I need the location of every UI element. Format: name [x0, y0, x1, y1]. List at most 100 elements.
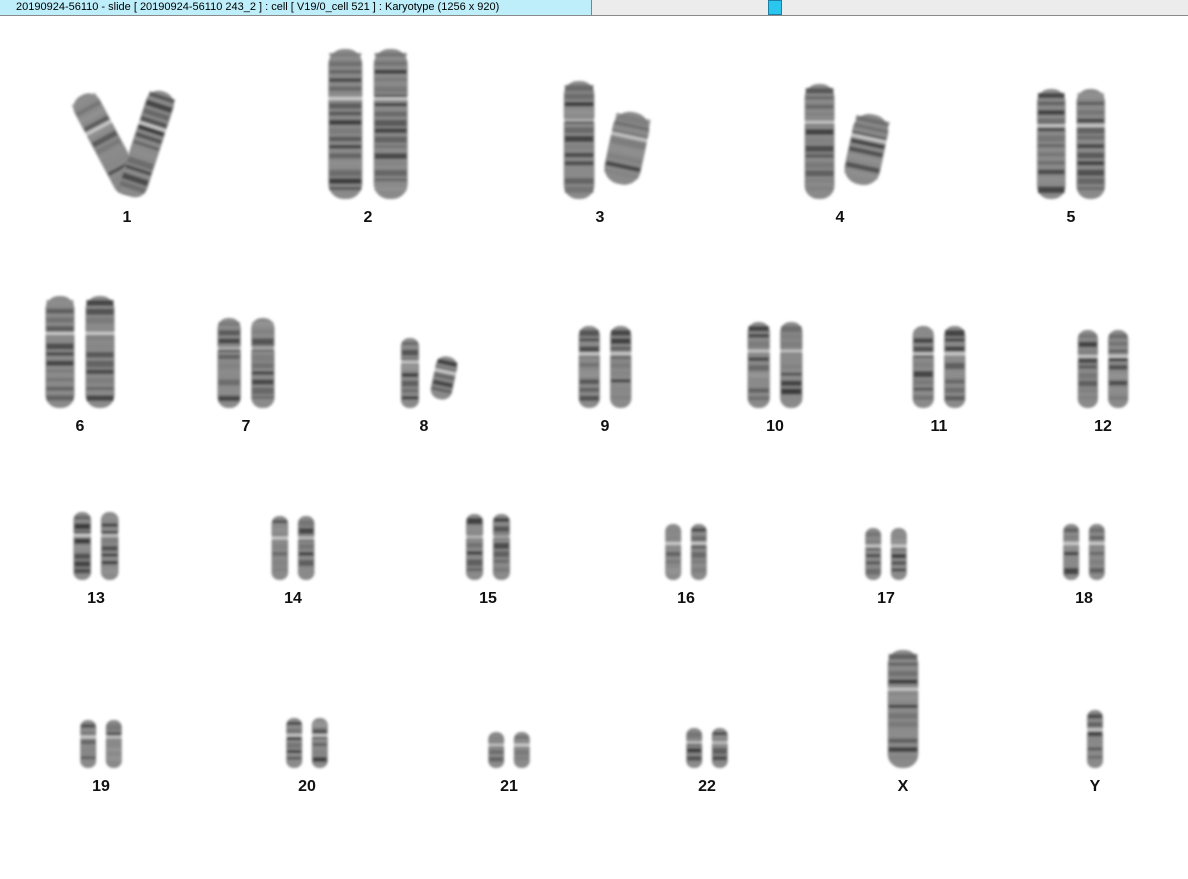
chromosome-pair-22[interactable]	[685, 728, 729, 768]
chromatid-band	[805, 145, 834, 152]
chromatid	[1062, 524, 1081, 580]
chromosome-pair-11[interactable]	[911, 326, 967, 408]
chromosome-label: 17	[877, 590, 895, 607]
karyotype-canvas: 1 2 3 4 5 6 7 8 9 10 11 12 13 14 15 16 17 18 19 20 21 22 X Y	[0, 17, 1188, 879]
chromatid	[604, 111, 651, 185]
chromatid	[119, 90, 176, 198]
chromatid-band	[46, 386, 74, 391]
chromosome-pair-5[interactable]	[1035, 89, 1107, 199]
chromosome-pair-10[interactable]	[746, 322, 804, 408]
chromatid-band	[748, 357, 769, 362]
chromatid-band	[86, 343, 114, 351]
chromatid-band	[1064, 528, 1079, 533]
chromosome-pair-Y[interactable]	[1086, 710, 1104, 768]
chromatid-band	[1109, 365, 1128, 370]
chromatid-band	[466, 542, 483, 548]
centromere	[372, 97, 409, 100]
chromatid-band	[1078, 334, 1097, 339]
chromatid-band	[466, 567, 483, 572]
chromatid-band	[1109, 372, 1128, 380]
chromosome-pair-19[interactable]	[79, 720, 123, 768]
chromosome-pair-3[interactable]	[562, 81, 654, 199]
chromatid-band	[564, 135, 594, 142]
chromosome-pair-9[interactable]	[577, 326, 633, 408]
chromatid-band	[687, 732, 702, 738]
scroll-knob[interactable]	[768, 0, 782, 15]
chromatid	[79, 720, 98, 768]
chromatid-band	[564, 152, 594, 158]
karyotype-image	[44, 49, 1130, 768]
centromere	[216, 346, 242, 350]
centromere	[911, 352, 935, 356]
chromosome-pair-2[interactable]	[327, 49, 409, 199]
chromatid	[44, 296, 76, 408]
chromatid-band	[1109, 341, 1128, 346]
chromatid-band	[748, 396, 769, 401]
chromatid-band	[945, 346, 965, 352]
chromatid-band	[329, 61, 362, 67]
centromere	[79, 735, 98, 739]
chromatid-band	[1077, 118, 1105, 123]
chromosome-pair-20[interactable]	[285, 718, 329, 768]
chromatid-band	[579, 395, 599, 401]
chromatid-band	[374, 69, 407, 74]
centromere	[1087, 541, 1106, 545]
chromatid-band	[1078, 349, 1097, 356]
chromatid-band	[666, 560, 681, 564]
chromatid-band	[945, 362, 965, 370]
chromatid-band	[1037, 135, 1065, 142]
centromere	[491, 535, 512, 539]
chromatid-band	[252, 354, 274, 362]
chromatid-band	[748, 333, 769, 338]
chromatid-band	[781, 365, 802, 369]
chromatid-band	[466, 551, 483, 555]
chromatid-band	[374, 169, 407, 177]
chromatid-band	[272, 520, 288, 524]
chromatid-band	[374, 119, 407, 127]
chromatid	[1107, 330, 1130, 408]
chromosome-label: 18	[1075, 590, 1093, 607]
chromosome-label: X	[897, 778, 909, 795]
chromosome-pair-13[interactable]	[72, 512, 120, 580]
chromatid-band	[1088, 714, 1102, 719]
chromosome-pair-X[interactable]	[886, 650, 920, 768]
chromatid	[1076, 330, 1099, 408]
centromere	[746, 349, 771, 353]
chromosome-pair-1[interactable]	[68, 87, 178, 201]
chromatid	[889, 528, 908, 580]
chromatid-band	[579, 330, 599, 337]
chromatid-band	[312, 722, 327, 727]
chromosome-pair-14[interactable]	[270, 516, 316, 580]
chromatid	[562, 81, 596, 199]
chromatid-band	[106, 748, 121, 752]
chromatid-band	[466, 526, 483, 531]
chromosome-pair-12[interactable]	[1076, 330, 1130, 408]
chromosome-pair-21[interactable]	[487, 732, 531, 768]
chromatid-band	[401, 388, 419, 393]
chromatid-band	[712, 756, 727, 761]
chromosome-pair-4[interactable]	[803, 84, 893, 199]
chromatid	[372, 49, 409, 199]
chromatid-band	[298, 552, 314, 556]
chromosome-pair-17[interactable]	[864, 528, 908, 580]
chromatid-band	[374, 136, 407, 143]
chromosome-pair-15[interactable]	[464, 514, 512, 580]
chromatid-band	[252, 338, 274, 345]
chromatid-band	[805, 129, 834, 135]
chromatid-band	[46, 343, 74, 350]
chromatid-band	[74, 561, 91, 567]
chromosome-pair-6[interactable]	[44, 296, 116, 408]
chromatid-band	[611, 379, 631, 383]
chromatid-band	[666, 568, 681, 575]
chromosome-pair-16[interactable]	[664, 524, 708, 580]
chromatid-band	[866, 561, 881, 565]
chromatid-band	[611, 371, 631, 376]
chromosome-pair-7[interactable]	[216, 318, 276, 408]
chromosome-label: 3	[595, 209, 605, 226]
centromere	[889, 544, 908, 548]
chromosome-pair-8[interactable]	[399, 338, 460, 408]
chromatid-band	[1078, 341, 1097, 348]
chromatid-band	[86, 308, 114, 315]
chromosome-label: Y	[1089, 778, 1101, 795]
chromosome-pair-18[interactable]	[1062, 524, 1106, 580]
